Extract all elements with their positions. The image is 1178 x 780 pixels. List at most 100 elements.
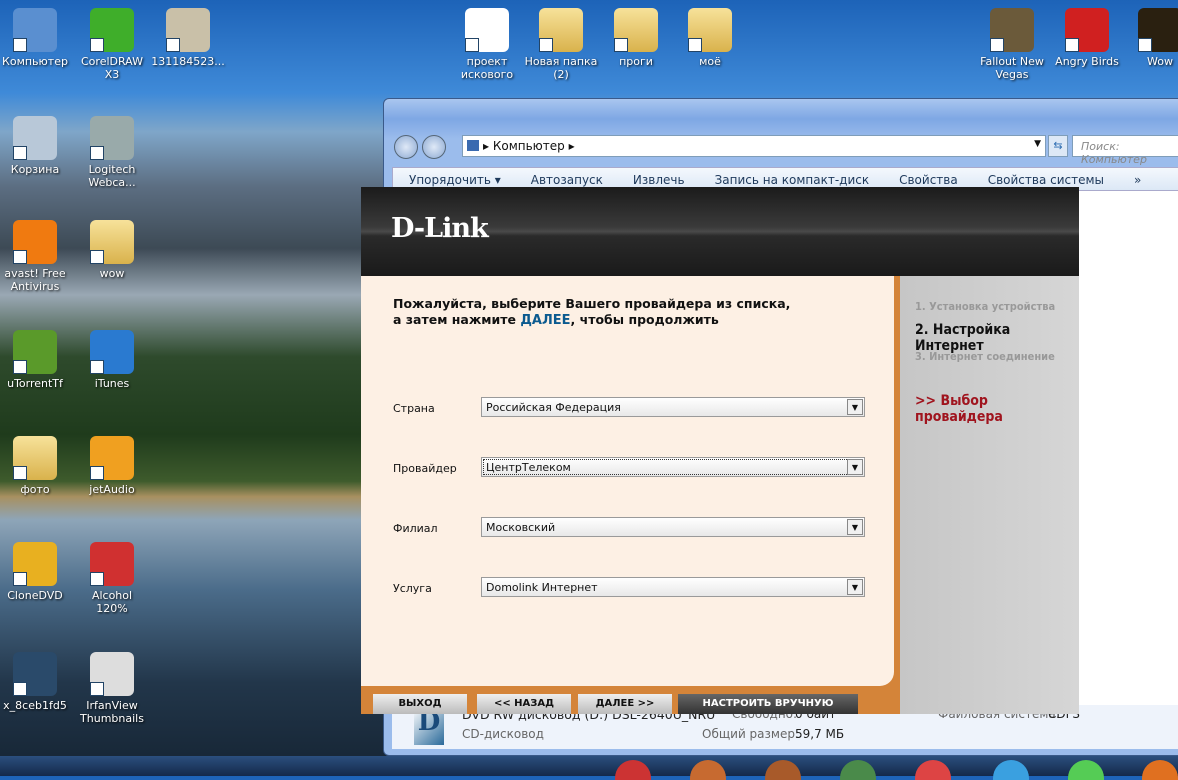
desktop-icon[interactable]: Wow — [1123, 8, 1178, 68]
country-value: Российская Федерация — [486, 401, 621, 414]
desktop-icon[interactable]: 131184523... — [151, 8, 225, 68]
desktop-icon[interactable]: x_8ceb1fd5 — [0, 652, 72, 712]
dlink-logo: D-Link — [391, 213, 489, 244]
taskbar-app-icon[interactable] — [915, 760, 951, 780]
instruction-highlight: ДАЛЕЕ — [520, 313, 571, 328]
desktop-icon-label: Корзина — [10, 163, 60, 176]
app-icon — [13, 330, 57, 374]
command-button[interactable]: Автозапуск — [531, 173, 603, 187]
command-button[interactable]: Запись на компакт-диск — [715, 173, 870, 187]
desktop-icon-label: CorelDRAW X3 — [81, 55, 143, 81]
forward-nav-button[interactable] — [422, 135, 446, 159]
taskbar-app-icon[interactable] — [690, 760, 726, 780]
manual-setup-button[interactable]: НАСТРОИТЬ ВРУЧНУЮ — [678, 694, 858, 714]
command-button[interactable]: Упорядочить ▾ — [409, 173, 501, 187]
wizard-main-panel: Пожалуйста, выберите Вашего провайдера и… — [361, 276, 894, 686]
dlink-header: D-Link — [361, 187, 1079, 276]
desktop-icon-label: фото — [20, 483, 50, 496]
chevron-down-icon[interactable]: ▼ — [847, 399, 863, 415]
app-icon — [13, 220, 57, 264]
app-icon — [990, 8, 1034, 52]
app-icon — [1138, 8, 1178, 52]
desktop-icon[interactable]: wow — [75, 220, 149, 280]
instruction-post: , чтобы продолжить — [570, 312, 719, 327]
service-select[interactable]: Domolink Интернет ▼ — [481, 577, 865, 597]
desktop-icon[interactable]: моё — [673, 8, 747, 68]
desktop-icon[interactable]: CorelDRAW X3 — [75, 8, 149, 81]
desktop-icon[interactable]: IrfanView Thumbnails — [75, 652, 149, 725]
app-icon — [614, 8, 658, 52]
app-icon — [465, 8, 509, 52]
back-nav-button[interactable] — [394, 135, 418, 159]
app-icon — [13, 116, 57, 160]
app-icon — [539, 8, 583, 52]
taskbar-app-icon[interactable] — [1142, 760, 1178, 780]
desktop-icon-label: Alcohol 120% — [91, 589, 133, 615]
search-placeholder: Поиск: Компьютер — [1081, 140, 1147, 166]
drive-type: CD-дисковод — [462, 727, 544, 741]
country-row: Страна Российская Федерация ▼ — [393, 397, 865, 417]
provider-select[interactable]: ЦентрТелеком ▼ — [481, 457, 865, 477]
country-select[interactable]: Российская Федерация ▼ — [481, 397, 865, 417]
refresh-button[interactable]: ⇆ — [1048, 135, 1068, 157]
app-icon — [1065, 8, 1109, 52]
taskbar — [0, 756, 1178, 780]
taskbar-app-icon[interactable] — [1068, 760, 1104, 780]
desktop-icon-label: wow — [99, 267, 125, 280]
app-icon — [13, 652, 57, 696]
dropdown-icon[interactable]: ▼ — [1034, 139, 1041, 149]
service-row: Услуга Domolink Интернет ▼ — [393, 577, 865, 597]
app-icon — [688, 8, 732, 52]
desktop-icon-label: x_8ceb1fd5 — [3, 699, 67, 712]
desktop-icon[interactable]: jetAudio — [75, 436, 149, 496]
desktop-icon[interactable]: Logitech Webca... — [75, 116, 149, 189]
app-icon — [13, 8, 57, 52]
taskbar-app-icon[interactable] — [993, 760, 1029, 780]
total-label: Общий размер: — [702, 727, 800, 741]
app-icon — [90, 8, 134, 52]
wizard-steps-panel: 1. Установка устройства 2. Настройка Инт… — [900, 276, 1079, 714]
desktop-icon[interactable]: Alcohol 120% — [75, 542, 149, 615]
chevron-down-icon[interactable]: ▼ — [847, 519, 863, 535]
next-button[interactable]: ДАЛЕЕ >> — [578, 694, 672, 714]
desktop-icon[interactable]: avast! Free Antivirus — [0, 220, 72, 293]
service-label: Услуга — [393, 582, 432, 595]
desktop-icon[interactable]: CloneDVD — [0, 542, 72, 602]
address-crumb[interactable]: Компьютер — [493, 139, 565, 153]
desktop-icon-label: проги — [619, 55, 653, 68]
desktop-icon[interactable]: фото — [0, 436, 72, 496]
exit-button[interactable]: ВЫХОД — [373, 694, 467, 714]
dlink-wizard-window: D-Link Пожалуйста, выберите Вашего прова… — [361, 187, 1079, 714]
desktop-icon[interactable]: проект искового — [450, 8, 524, 81]
back-button[interactable]: << НАЗАД — [477, 694, 571, 714]
taskbar-app-icon[interactable] — [840, 760, 876, 780]
desktop-icon[interactable]: Корзина — [0, 116, 72, 176]
command-button[interactable]: » — [1134, 173, 1141, 187]
taskbar-app-icon[interactable] — [615, 760, 651, 780]
command-button[interactable]: Свойства системы — [988, 173, 1104, 187]
command-button[interactable]: Извлечь — [633, 173, 685, 187]
app-icon — [90, 436, 134, 480]
desktop-icon-label: Fallout New Vegas — [980, 55, 1044, 81]
desktop-icon[interactable]: Angry Birds — [1050, 8, 1124, 68]
desktop-icon[interactable]: Компьютер — [0, 8, 72, 68]
current-substep: >> Выбор провайдера — [915, 393, 1003, 425]
command-button[interactable]: Свойства — [899, 173, 958, 187]
step-3: 3. Интернет соединение — [915, 350, 1055, 363]
desktop-icon-label: Компьютер — [2, 55, 68, 68]
branch-select[interactable]: Московский ▼ — [481, 517, 865, 537]
desktop-icon-label: Angry Birds — [1055, 55, 1119, 68]
address-bar[interactable]: ▸ Компьютер ▸ ▼ — [462, 135, 1046, 157]
app-icon — [166, 8, 210, 52]
desktop-icon[interactable]: проги — [599, 8, 673, 68]
chevron-down-icon[interactable]: ▼ — [847, 459, 863, 475]
instruction-pre: а затем нажмите — [393, 312, 521, 327]
desktop-icon[interactable]: iTunes — [75, 330, 149, 390]
search-input[interactable]: Поиск: Компьютер — [1072, 135, 1178, 166]
taskbar-app-icon[interactable] — [765, 760, 801, 780]
desktop-icon[interactable]: Fallout New Vegas — [975, 8, 1049, 81]
app-icon — [90, 652, 134, 696]
chevron-down-icon[interactable]: ▼ — [847, 579, 863, 595]
desktop-icon[interactable]: Новая папка (2) — [524, 8, 598, 81]
desktop-icon[interactable]: uTorrentTf — [0, 330, 72, 390]
